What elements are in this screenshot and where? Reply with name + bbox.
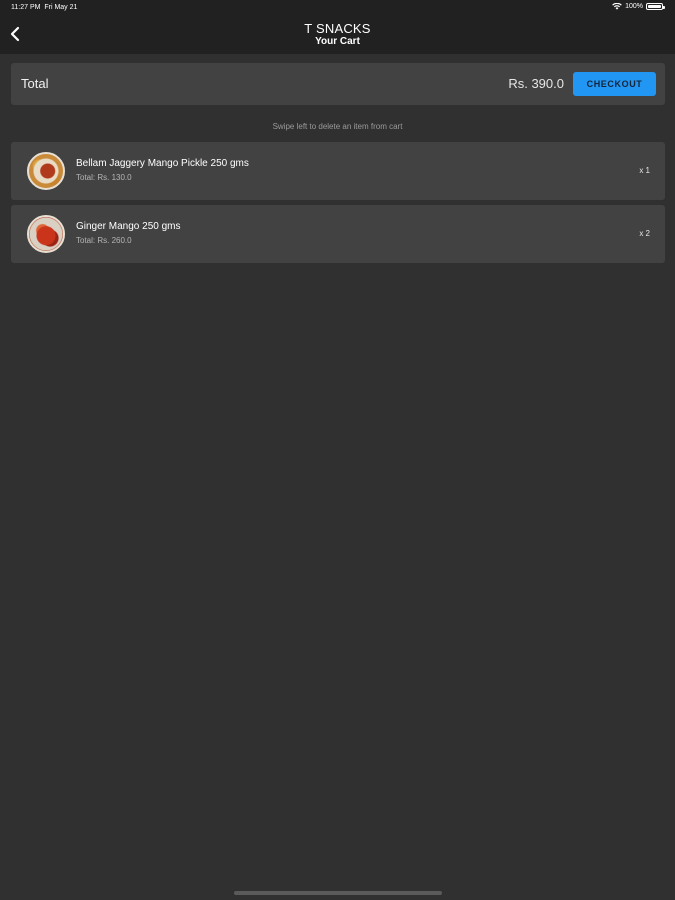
header-titles: T SNACKS Your Cart (0, 21, 675, 48)
checkout-button[interactable]: CHECKOUT (573, 72, 656, 96)
total-label: Total (21, 76, 49, 91)
app-title: T SNACKS (304, 21, 371, 36)
battery-icon (646, 3, 665, 10)
item-quantity: x 2 (639, 229, 650, 238)
cart-item[interactable]: Bellam Jaggery Mango Pickle 250 gms Tota… (11, 142, 665, 200)
app-header: 11:27 PM Fri May 21 100% T SNACKS Your C… (0, 0, 675, 54)
status-time: 11:27 PM Fri May 21 (11, 4, 77, 11)
product-thumbnail (27, 152, 65, 190)
swipe-hint: Swipe left to delete an item from cart (272, 122, 403, 131)
status-bar: 11:27 PM Fri May 21 100% (0, 0, 675, 16)
status-clock: 11:27 PM (11, 4, 41, 11)
item-total: Total: Rs. 260.0 (76, 236, 132, 245)
item-total: Total: Rs. 130.0 (76, 173, 132, 182)
product-thumbnail (27, 215, 65, 253)
page-subtitle: Your Cart (315, 36, 360, 47)
wifi-icon (612, 3, 622, 10)
status-indicators: 100% (612, 3, 665, 10)
item-quantity: x 1 (639, 166, 650, 175)
cart-total-card: Total Rs. 390.0 CHECKOUT (11, 63, 665, 105)
item-name: Bellam Jaggery Mango Pickle 250 gms (76, 158, 249, 169)
battery-percent: 100% (625, 3, 643, 10)
home-indicator[interactable] (234, 891, 442, 895)
status-date: Fri May 21 (44, 4, 78, 11)
item-name: Ginger Mango 250 gms (76, 221, 181, 232)
battery-level (648, 5, 661, 8)
battery-cap (663, 6, 665, 9)
cart-item[interactable]: Ginger Mango 250 gms Total: Rs. 260.0 x … (11, 205, 665, 263)
total-amount: Rs. 390.0 (508, 76, 564, 91)
